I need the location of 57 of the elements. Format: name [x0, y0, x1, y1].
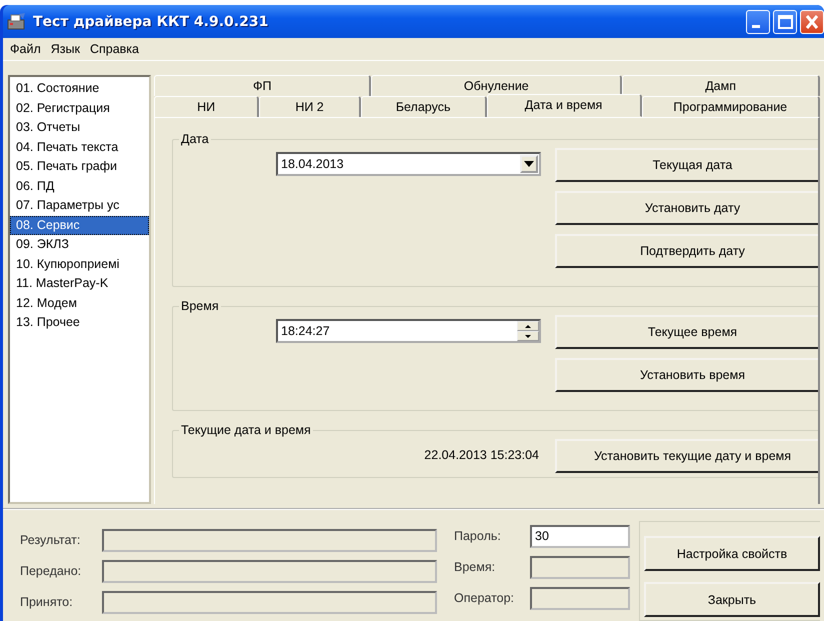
list-item[interactable]: 10. Купюроприемі: [10, 254, 149, 274]
action-button[interactable]: Установить дату: [555, 191, 818, 225]
list-item[interactable]: 07. Параметры ус: [10, 196, 149, 216]
field-label: Результат:: [19, 533, 82, 547]
minimize-button[interactable]: [746, 10, 770, 34]
list-item[interactable]: 13. Прочее: [10, 313, 149, 332]
tab[interactable]: Программирование: [642, 96, 820, 117]
tab[interactable]: Дата и время: [486, 94, 642, 117]
menu-item[interactable]: Язык: [46, 40, 86, 58]
list-item[interactable]: 11. MasterPay-K: [10, 274, 149, 294]
list-item[interactable]: 09. ЭКЛЗ: [10, 235, 149, 254]
list-item[interactable]: 03. Отчеты: [10, 118, 149, 138]
tab[interactable]: Беларусь: [360, 96, 487, 117]
window-title: Тест драйвера ККТ 4.9.0.231: [33, 14, 270, 30]
dropdown-button[interactable]: [520, 155, 538, 173]
tab[interactable]: ФП: [154, 75, 372, 96]
tab[interactable]: Дамп: [622, 75, 820, 96]
action-button[interactable]: Настройка свойств: [644, 536, 820, 571]
list-item[interactable]: 04. Печать текста: [10, 138, 149, 157]
spin-down-button[interactable]: [517, 331, 539, 341]
maximize-button[interactable]: [773, 10, 797, 34]
field-label: Время:: [454, 560, 496, 574]
input-field[interactable]: 30: [530, 524, 630, 548]
down-arrow-icon: [525, 334, 531, 338]
field-label: Передано:: [19, 564, 82, 578]
list-item[interactable]: 05. Печать графи: [10, 157, 149, 176]
field-label: Пароль:: [454, 529, 502, 543]
close-button[interactable]: [800, 10, 824, 34]
menu-item[interactable]: Справка: [86, 40, 145, 58]
action-button[interactable]: Текущее время: [555, 315, 818, 349]
list-item[interactable]: 06. ПД: [10, 176, 149, 196]
menu-item[interactable]: Файл: [6, 40, 47, 58]
date-dropdown[interactable]: 18.04.2013: [276, 152, 541, 176]
time-spinner[interactable]: 18:24:27: [276, 319, 541, 343]
field-label: Принято:: [19, 595, 74, 609]
group-title: Время: [180, 299, 220, 313]
minimize-icon: [752, 25, 760, 28]
action-button[interactable]: Установить время: [555, 358, 818, 392]
field-label: Оператор:: [454, 591, 516, 605]
datetime-value: 22.04.2013 15:23:04: [424, 448, 540, 464]
list-item[interactable]: 12. Модем: [10, 294, 149, 313]
tab[interactable]: Обнуление: [371, 75, 622, 96]
tab[interactable]: НИ: [154, 96, 260, 117]
action-button[interactable]: Закрыть: [644, 582, 820, 617]
group-title: Дата: [180, 132, 210, 146]
spin-up-button[interactable]: [517, 321, 539, 331]
list-item[interactable]: 08. Сервис: [10, 216, 149, 235]
list-item[interactable]: 01. Состояние: [10, 79, 149, 98]
group-title: Текущие дата и время: [180, 423, 312, 437]
up-arrow-icon: [525, 324, 531, 328]
action-button[interactable]: Подтвердить дату: [555, 234, 818, 268]
caret-icon: [524, 161, 534, 167]
list-item[interactable]: 02. Регистрация: [10, 98, 149, 118]
printer-icon: [7, 12, 27, 30]
tab[interactable]: НИ 2: [259, 96, 361, 117]
action-button[interactable]: Установить текущие дату и время: [555, 439, 818, 473]
action-button[interactable]: Текущая дата: [555, 148, 818, 182]
